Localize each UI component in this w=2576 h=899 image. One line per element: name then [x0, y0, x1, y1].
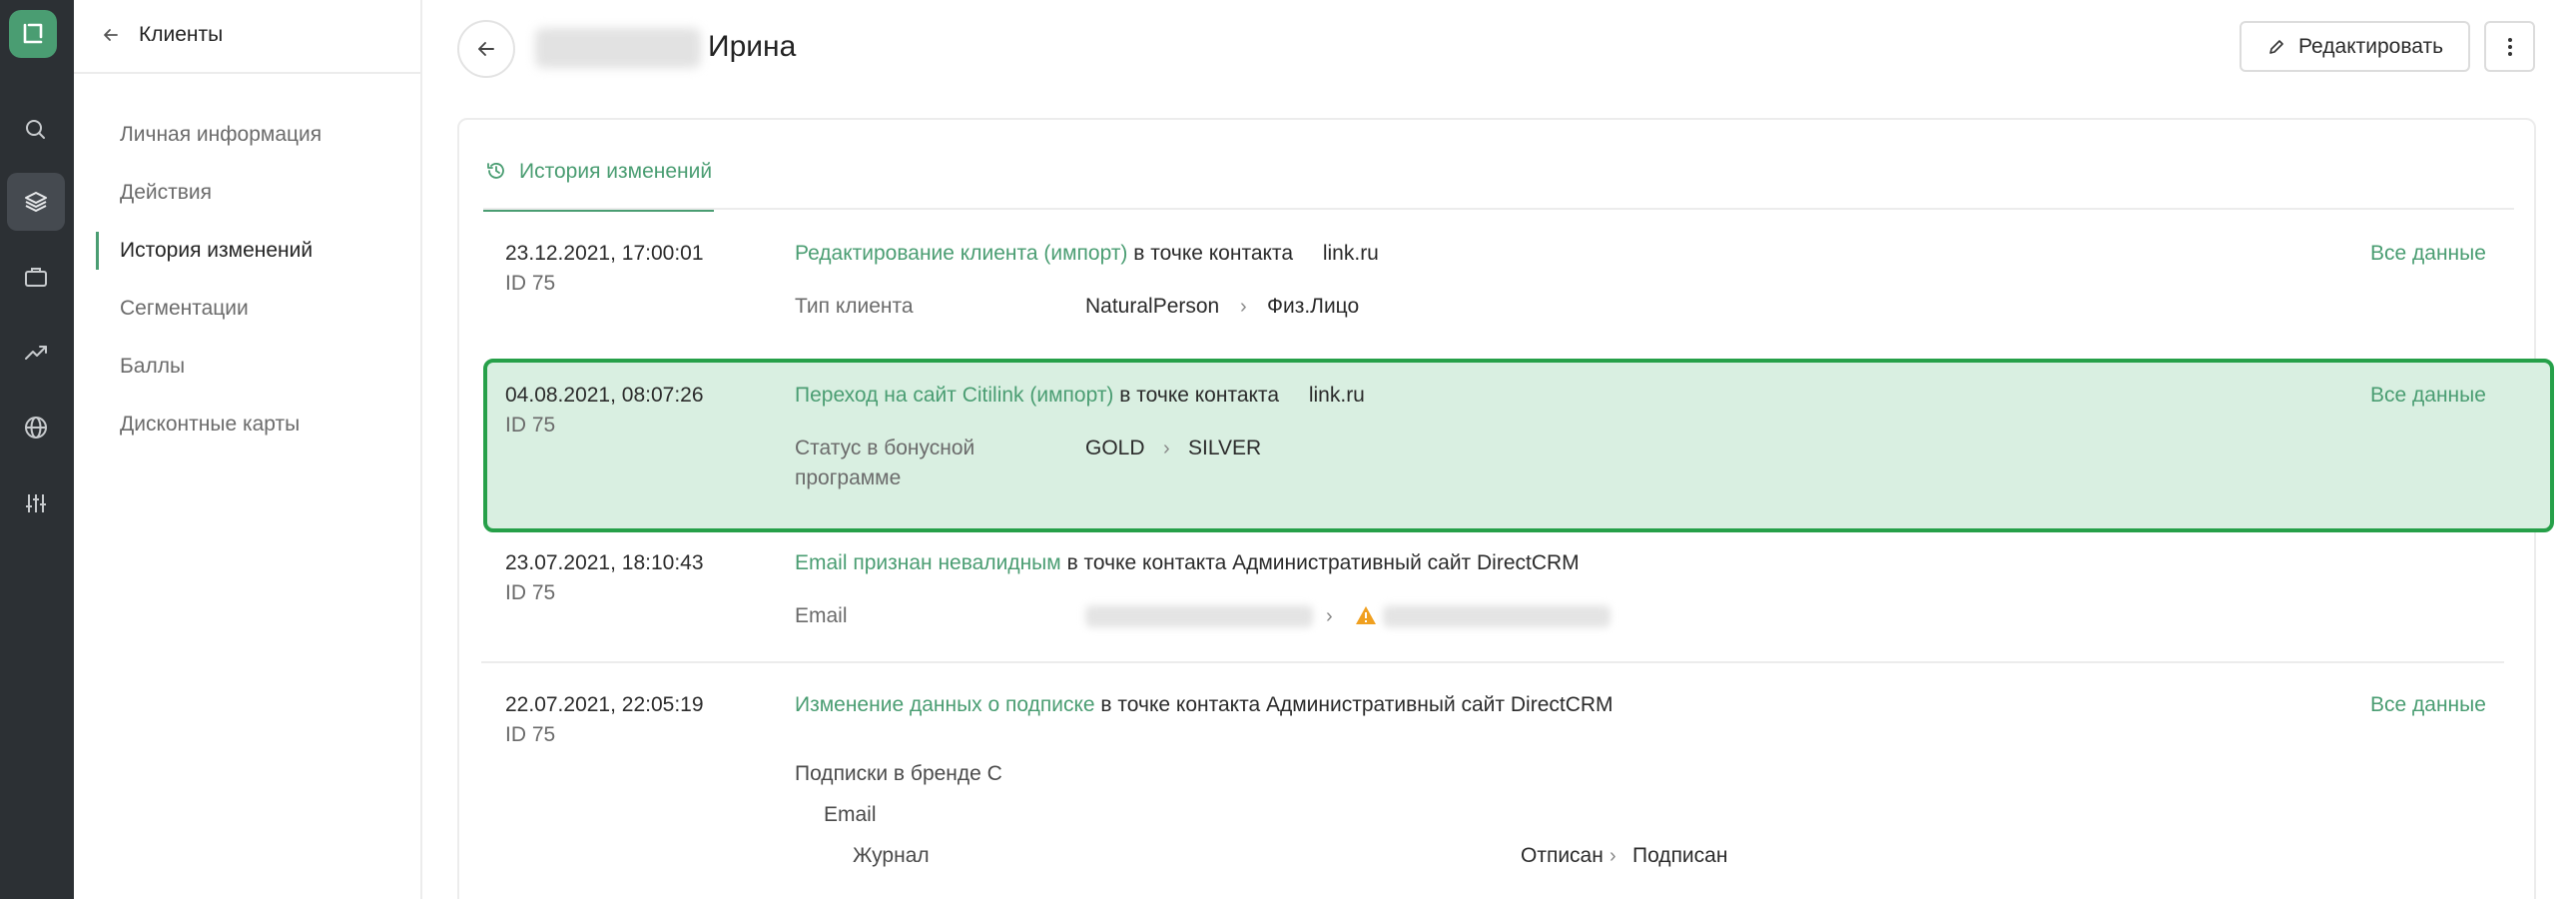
entry-action-text: в точке контакта Административный сайт D…: [1100, 693, 1613, 716]
new-email-redacted: [1383, 605, 1610, 627]
sidebar-menu: Личная информация Действия История измен…: [74, 106, 420, 453]
sidebar-item-segmentations[interactable]: Сегментации: [74, 280, 420, 338]
entry-action: Изменение данных о подписке в точке конт…: [795, 690, 1613, 720]
entry-id: ID 75: [505, 272, 556, 295]
entry-divider: [481, 661, 2504, 663]
entry-action: Переход на сайт Citilink (импорт) в точк…: [795, 381, 1365, 411]
briefcase-icon[interactable]: [7, 248, 65, 306]
edit-button[interactable]: Редактировать: [2240, 21, 2470, 72]
more-options-button[interactable]: [2484, 21, 2535, 72]
old-email-redacted: [1085, 605, 1313, 627]
new-value: SILVER: [1188, 437, 1262, 459]
chevron-right-icon: ›: [1240, 296, 1247, 318]
edit-button-label: Редактировать: [2297, 34, 2444, 58]
entry-action-text: в точке контакта: [1119, 384, 1279, 407]
pencil-icon: [2269, 39, 2283, 54]
all-data-link[interactable]: Все данные: [2370, 239, 2486, 269]
sliders-icon[interactable]: [7, 474, 65, 532]
sidebar-title[interactable]: Клиенты: [139, 20, 223, 50]
entry-action: Email признан невалидным в точке контакт…: [795, 548, 1580, 578]
entry-datetime: 22.07.2021, 22:05:19: [505, 693, 704, 716]
entry-contact-point: link.ru: [1322, 242, 1379, 265]
entry-contact-point: link.ru: [1308, 384, 1365, 407]
entry-action-link[interactable]: Редактирование клиента (импорт): [795, 242, 1127, 265]
entry-datetime: 23.07.2021, 18:10:43: [505, 551, 704, 574]
entry-action-text: в точке контакта Административный сайт D…: [1066, 551, 1580, 574]
sidebar-header: Клиенты: [74, 0, 420, 74]
tab-bar: История изменений: [483, 120, 2514, 212]
old-value: Отписан: [1521, 844, 1604, 867]
client-last-name-redacted: [535, 28, 701, 68]
entry-id: ID 75: [505, 581, 556, 604]
search-icon[interactable]: [7, 101, 65, 159]
entry-action: Редактирование клиента (импорт) в точке …: [795, 239, 1379, 269]
subscription-group-label: Подписки в бренде C: [795, 762, 1002, 785]
more-vertical-icon: [2507, 37, 2512, 56]
entry-id: ID 75: [505, 414, 556, 437]
sidebar-item-actions[interactable]: Действия: [74, 164, 420, 222]
history-icon: [487, 163, 504, 179]
warning-icon: [1356, 606, 1376, 624]
globe-icon[interactable]: [7, 399, 65, 456]
entry-action-link[interactable]: Изменение данных о подписке: [795, 693, 1095, 716]
entry-id: ID 75: [505, 723, 556, 746]
all-data-link[interactable]: Все данные: [2370, 381, 2486, 411]
sidebar-item-points[interactable]: Баллы: [74, 338, 420, 396]
trend-up-icon[interactable]: [7, 323, 65, 381]
new-value: Физ.Лицо: [1267, 295, 1360, 318]
all-data-link[interactable]: Все данные: [2370, 690, 2486, 720]
entry-action-link[interactable]: Email признан невалидным: [795, 551, 1061, 574]
new-value: Подписан: [1632, 844, 1728, 867]
entry-datetime: 23.12.2021, 17:00:01: [505, 242, 704, 265]
arrow-left-icon[interactable]: [96, 20, 126, 50]
chevron-right-icon: ›: [1610, 845, 1616, 867]
section-sidebar: Клиенты Личная информация Действия Истор…: [74, 0, 422, 899]
chevron-right-icon: ›: [1326, 605, 1333, 627]
field-label: Тип клиента: [795, 295, 914, 318]
subscription-channel-label: Email: [824, 803, 877, 826]
field-label: Email: [795, 604, 848, 627]
icon-rail: [0, 0, 74, 899]
tab-label: История изменений: [519, 160, 713, 183]
subscription-topic-label: Журнал: [853, 844, 930, 867]
app-logo-icon[interactable]: [9, 10, 57, 58]
sidebar-item-personal-info[interactable]: Личная информация: [74, 106, 420, 164]
chevron-right-icon: ›: [1163, 438, 1170, 459]
tab-change-history[interactable]: История изменений: [483, 160, 715, 212]
old-value: GOLD: [1085, 437, 1145, 459]
back-button[interactable]: [457, 20, 515, 78]
layers-icon[interactable]: [7, 173, 65, 231]
entry-action-link[interactable]: Переход на сайт Citilink (импорт): [795, 384, 1113, 407]
client-first-name: Ирина: [708, 30, 797, 63]
sidebar-item-discount-cards[interactable]: Дисконтные карты: [74, 396, 420, 453]
arrow-left-icon: [478, 42, 494, 56]
old-value: NaturalPerson: [1085, 295, 1220, 318]
field-label: Статус в бонусной программе: [795, 437, 975, 489]
entry-datetime: 04.08.2021, 08:07:26: [505, 384, 704, 407]
sidebar-item-change-history[interactable]: История изменений: [74, 222, 420, 280]
entry-action-text: в точке контакта: [1133, 242, 1293, 265]
